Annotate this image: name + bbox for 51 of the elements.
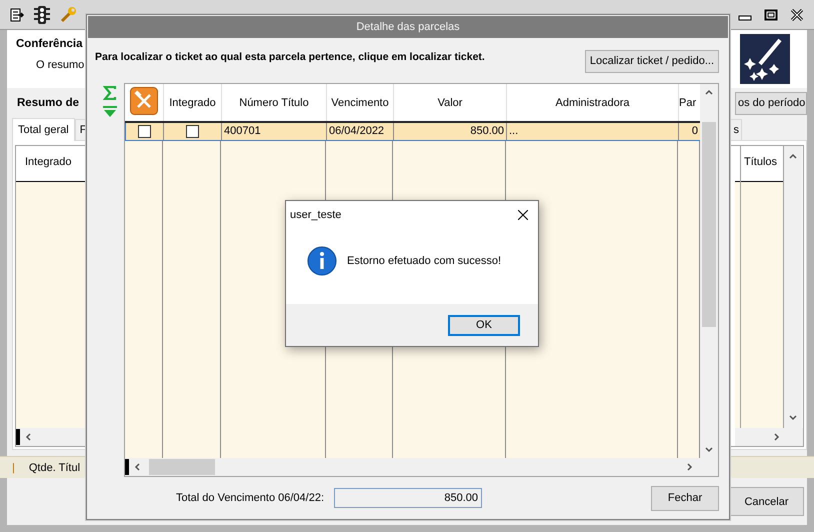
checkbox[interactable] [186, 124, 199, 138]
locate-ticket-button[interactable]: Localizar ticket / pedido... [584, 50, 719, 72]
column-header[interactable]: Integrado [169, 96, 216, 108]
separator-mark: | [12, 462, 15, 474]
magic-wand-icon [740, 34, 790, 84]
wrench-icon[interactable] [60, 6, 78, 22]
description-text: O resumo [36, 59, 84, 71]
close-icon[interactable] [790, 8, 804, 20]
info-icon [307, 246, 337, 276]
column-header[interactable]: Número Título [239, 96, 309, 108]
splitter-handle[interactable] [125, 459, 129, 475]
splitter-handle[interactable] [16, 429, 20, 445]
table-cell: 850.00 [470, 125, 504, 138]
maximize-icon[interactable] [764, 8, 778, 20]
table-cell: 0 [692, 125, 698, 138]
vertical-scrollbar[interactable] [700, 84, 718, 458]
section-title: Resumo de [17, 97, 79, 109]
total-label: Total do Vencimento 06/04/22: [176, 492, 324, 504]
column-header[interactable]: Vencimento [331, 96, 389, 108]
cancel-button[interactable]: Cancelar [729, 487, 804, 516]
table-cell: 06/04/2022 [329, 125, 384, 138]
ok-button[interactable]: OK [448, 314, 520, 336]
horizontal-scrollbar[interactable] [16, 428, 87, 446]
horizontal-scrollbar[interactable] [735, 428, 803, 446]
status-text: Qtde. Títul [28, 462, 80, 474]
horizontal-scrollbar[interactable] [125, 458, 718, 476]
column-header[interactable]: Valor [438, 96, 462, 108]
document-arrow-icon[interactable] [10, 8, 24, 22]
column-header[interactable]: Administradora [556, 96, 630, 108]
period-button[interactable]: os do período [735, 92, 807, 114]
scroll-thumb[interactable] [149, 459, 215, 475]
traffic-light-icon[interactable] [34, 6, 50, 24]
tab[interactable]: Total geral [12, 118, 75, 141]
table-cell: ... [509, 125, 518, 138]
scroll-thumb[interactable] [702, 122, 716, 327]
message-text: Estorno efetuado com sucesso! [347, 254, 502, 266]
close-icon[interactable] [518, 210, 528, 220]
tools-icon[interactable] [130, 87, 158, 115]
instruction-text: Para localizar o ticket ao qual esta parcela pertence, clique em localizar ticket. [95, 51, 485, 63]
total-field[interactable]: 850.00 [334, 488, 482, 508]
window-heading: Conferência [16, 38, 84, 50]
column-header[interactable]: Par [679, 96, 696, 108]
vertical-scrollbar[interactable] [784, 146, 802, 428]
dialog-title: Detalhe das parcelas [88, 16, 728, 38]
sum-icon[interactable] [103, 86, 117, 100]
table-cell: 400701 [224, 125, 261, 138]
message-title: user_teste [290, 209, 342, 221]
close-button[interactable]: Fechar [651, 486, 719, 510]
checkbox[interactable] [138, 124, 151, 138]
table-row[interactable]: 400701 06/04/2022 850.00 ... 0 [126, 122, 700, 140]
download-arrow-icon[interactable] [103, 106, 117, 118]
